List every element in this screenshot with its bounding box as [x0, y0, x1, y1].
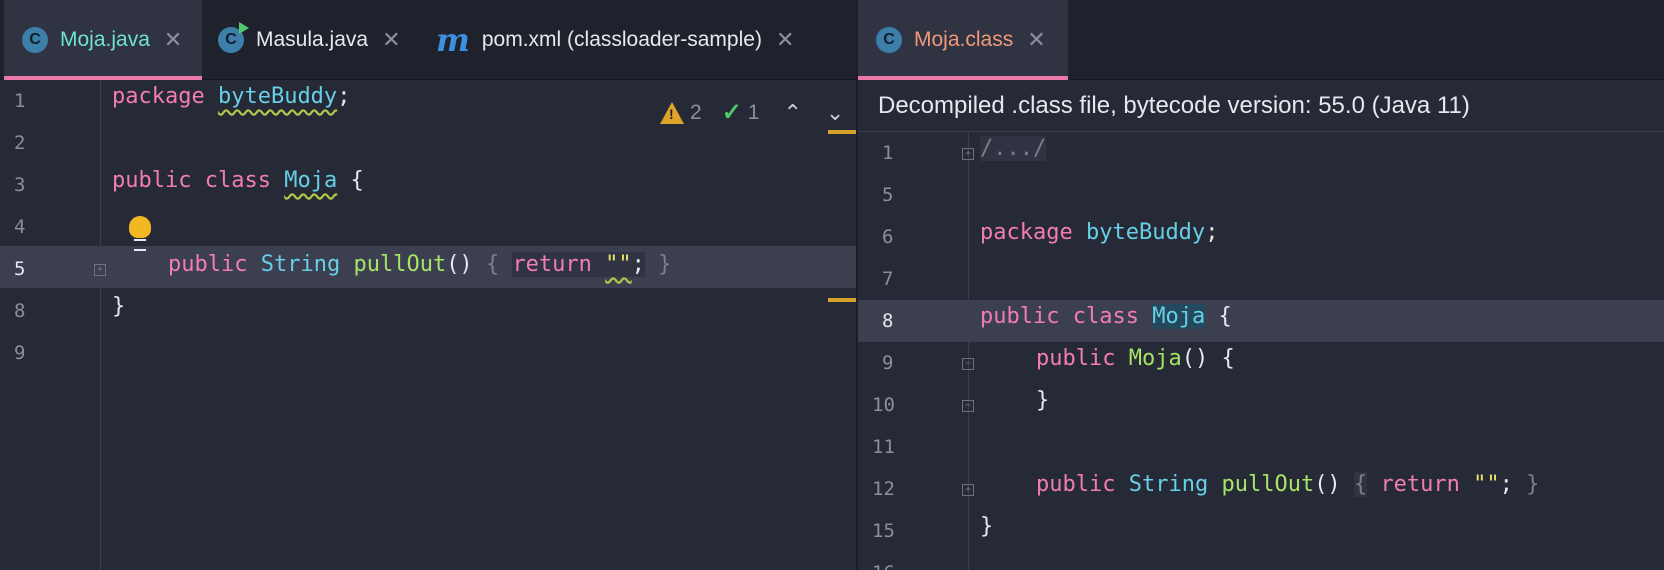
tab-label: Masula.java: [256, 28, 369, 51]
fold-collapse-icon[interactable]: −: [962, 358, 974, 370]
line-number: 1: [882, 142, 894, 164]
code-line-15: }: [980, 514, 994, 539]
close-icon[interactable]: ✕: [382, 27, 400, 53]
class-icon: C: [876, 27, 902, 53]
next-highlight-button[interactable]: ⌄: [826, 100, 844, 126]
close-icon[interactable]: ✕: [776, 27, 794, 53]
code-line-8: public class Moja {: [980, 304, 1232, 329]
code-line-10: }: [1036, 388, 1050, 413]
left-code-editor[interactable]: 1 2 3 4 5 8 9 package byteBuddy; public …: [0, 80, 856, 570]
close-icon[interactable]: ✕: [164, 27, 182, 53]
fold-expand-icon[interactable]: +: [94, 264, 106, 276]
line-number: 8: [14, 300, 26, 322]
code-line-1: package byteBuddy;: [112, 84, 351, 109]
line-number: 15: [872, 520, 895, 542]
left-tab-bar: C Moja.java ✕ C Masula.java ✕ m pom.xml …: [0, 0, 856, 80]
fold-expand-icon[interactable]: +: [962, 484, 974, 496]
tab-label: Moja.class: [914, 28, 1014, 51]
line-number: 3: [14, 174, 26, 196]
error-stripe-mark[interactable]: [828, 298, 856, 302]
code-line-12: public String pullOut() { return ""; }: [1036, 472, 1540, 497]
checkmark-icon: ✓: [721, 99, 742, 126]
weak-warning-count: 1: [747, 100, 760, 124]
code-line-8: }: [112, 294, 126, 319]
right-tab-bar: C Moja.class ✕: [858, 0, 1664, 80]
error-stripe-mark[interactable]: [828, 130, 856, 134]
runnable-class-icon: C: [218, 22, 249, 53]
close-icon[interactable]: ✕: [1027, 27, 1045, 53]
line-number: 4: [14, 216, 26, 238]
right-editor-pane: C Moja.class ✕ Decompiled .class file, b…: [858, 0, 1664, 570]
line-number: 6: [882, 226, 894, 248]
previous-highlight-button[interactable]: ⌃: [783, 100, 801, 126]
code-line-9: public Moja() {: [1036, 346, 1235, 371]
line-number: 16: [872, 562, 895, 570]
maven-icon: m: [436, 21, 470, 59]
line-number: 5: [14, 258, 26, 280]
tab-label: Moja.java: [60, 28, 150, 51]
fold-collapse-icon[interactable]: −: [962, 400, 974, 412]
line-number: 2: [14, 132, 26, 154]
line-number: 1: [14, 90, 26, 112]
line-number: 7: [882, 268, 894, 290]
line-number: 12: [872, 478, 895, 500]
decompiled-banner: Decompiled .class file, bytecode version…: [858, 80, 1664, 132]
tab-moja-class[interactable]: C Moja.class ✕: [858, 0, 1068, 80]
code-line-1: /.../: [980, 136, 1047, 161]
line-number: 10: [872, 394, 895, 416]
line-number: 9: [882, 352, 894, 374]
right-code-editor[interactable]: 1 5 6 7 8 9 10 11 12 15 16 + − − + /.../…: [858, 132, 1664, 570]
tab-label: pom.xml (classloader-sample): [481, 28, 762, 51]
tab-masula-java[interactable]: C Masula.java ✕: [218, 0, 418, 80]
code-line-5: public String pullOut() { return ""; }: [168, 252, 672, 277]
current-line-highlight: [858, 300, 1664, 342]
left-editor-pane: C Moja.java ✕ C Masula.java ✕ m pom.xml …: [0, 0, 856, 570]
tab-pom-xml[interactable]: m pom.xml (classloader-sample) ✕: [436, 0, 836, 80]
lightbulb-icon[interactable]: [129, 216, 151, 251]
inspection-widget[interactable]: ! 2 ✓ 1 ⌃ ⌄: [660, 98, 844, 127]
line-number: 5: [882, 184, 894, 206]
warning-count: 2: [690, 100, 702, 124]
line-number: 8: [882, 310, 894, 332]
class-icon: C: [22, 27, 48, 53]
code-line-6: package byteBuddy;: [980, 220, 1219, 245]
line-number: 9: [14, 342, 26, 364]
tab-moja-java[interactable]: C Moja.java ✕: [4, 0, 202, 80]
fold-expand-icon[interactable]: +: [962, 148, 974, 160]
line-number: 11: [872, 436, 895, 458]
code-line-3: public class Moja {: [112, 168, 364, 193]
warning-icon: !: [660, 101, 684, 124]
